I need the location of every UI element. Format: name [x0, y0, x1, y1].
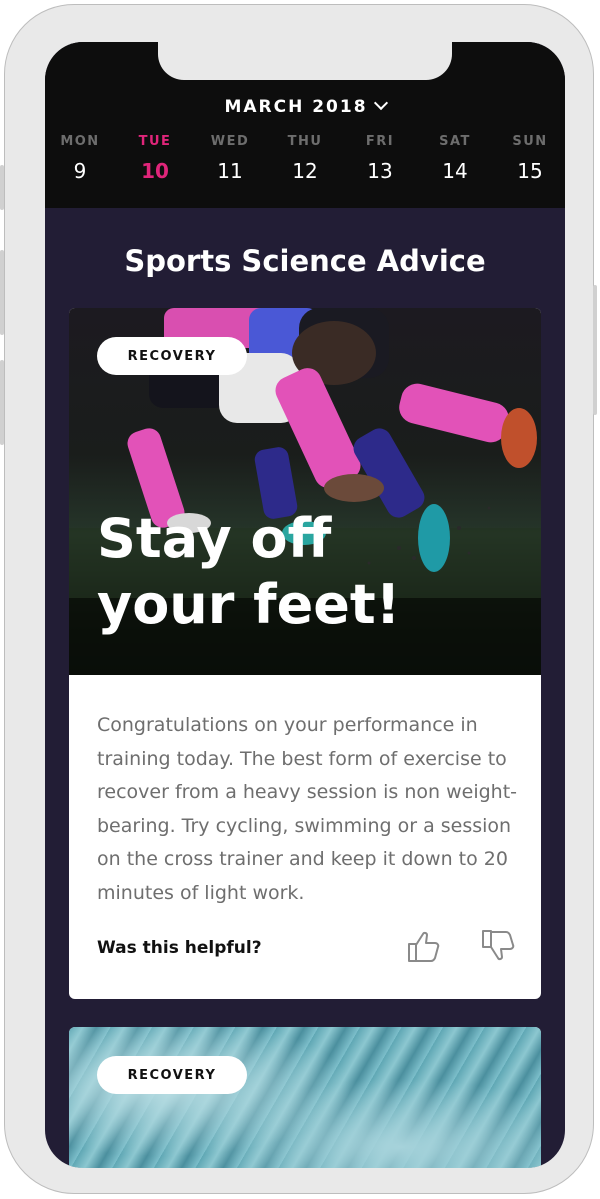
thumbs-up-icon[interactable] [405, 926, 441, 966]
day-tue[interactable]: TUE 10 [125, 134, 185, 183]
day-name: WED [210, 134, 250, 149]
day-number: 14 [442, 159, 468, 183]
feedback-prompt: Was this helpful? [97, 938, 262, 958]
day-fri[interactable]: FRI 13 [350, 134, 410, 183]
card-title: Stay off your feet! [97, 506, 517, 638]
day-name: THU [287, 134, 323, 149]
card-title-line: your feet! [97, 573, 401, 636]
day-name: SUN [512, 134, 548, 149]
day-mon[interactable]: MON 9 [50, 134, 110, 183]
month-selector[interactable]: MARCH 2018 [45, 95, 565, 117]
day-sat[interactable]: SAT 14 [425, 134, 485, 183]
side-button-volume-down [0, 360, 4, 445]
football-players-image: RECOVERY Stay off your feet! [69, 308, 541, 675]
day-number: 10 [141, 159, 169, 183]
month-label: MARCH 2018 [224, 97, 368, 117]
phone-frame: MARCH 2018 MON 9 TUE 10 WED 11 THU 12 FR… [0, 4, 597, 1194]
card-body: Congratulations on your performance in t… [97, 714, 518, 904]
section-title: Sports Science Advice [124, 244, 486, 278]
side-button-volume-up [0, 250, 4, 335]
thumbs-down-icon[interactable] [479, 926, 515, 966]
advice-card[interactable]: RECOVERY [69, 1027, 541, 1168]
day-name: FRI [365, 134, 395, 149]
day-number: 9 [73, 159, 87, 183]
category-tag: RECOVERY [97, 1056, 247, 1094]
card-title-line: Stay off [97, 507, 332, 570]
day-name: SAT [439, 134, 471, 149]
pool-water-icon [69, 1027, 541, 1168]
day-name: TUE [138, 134, 172, 149]
day-number: 13 [367, 159, 393, 183]
side-button-silent [0, 165, 4, 210]
day-name: MON [60, 134, 100, 149]
day-number: 12 [292, 159, 318, 183]
day-thu[interactable]: THU 12 [275, 134, 335, 183]
notch [158, 42, 452, 80]
day-wed[interactable]: WED 11 [200, 134, 260, 183]
day-number: 15 [517, 159, 543, 183]
day-number: 11 [217, 159, 243, 183]
day-strip: MON 9 TUE 10 WED 11 THU 12 FRI 13 SAT 14… [50, 134, 560, 183]
day-sun[interactable]: SUN 15 [500, 134, 560, 183]
screen: MARCH 2018 MON 9 TUE 10 WED 11 THU 12 FR… [45, 42, 565, 1168]
side-button-power [593, 285, 597, 415]
category-tag: RECOVERY [97, 337, 247, 375]
advice-card[interactable]: RECOVERY Stay off your feet! Congratulat… [69, 308, 541, 999]
chevron-down-icon [373, 95, 388, 111]
